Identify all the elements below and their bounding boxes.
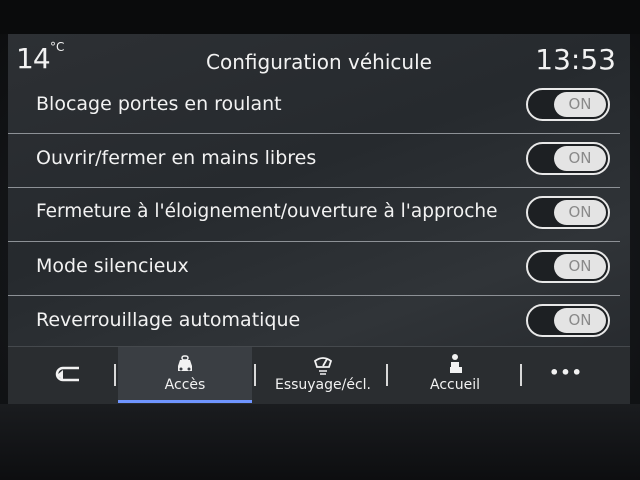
nav-separator [520, 364, 522, 386]
nav-separator [254, 364, 256, 386]
infotainment-screen: 14 °C Configuration véhicule 13:53 Bloca… [8, 34, 630, 404]
nav-separator [114, 364, 116, 386]
tab-accueil[interactable]: Accueil [390, 347, 520, 403]
setting-label: Blocage portes en roulant [36, 93, 282, 115]
bottom-nav-bar: Accès Essuyage/écl. Accueil ••• [8, 346, 630, 404]
toggle-state: ON [554, 308, 606, 333]
setting-label: Ouvrir/fermer en mains libres [36, 147, 317, 169]
toggle-state: ON [554, 200, 606, 225]
more-button[interactable]: ••• [526, 347, 606, 403]
tab-acces[interactable]: Accès [118, 347, 252, 403]
setting-label: Reverrouillage automatique [36, 309, 301, 331]
screen-bezel-bottom [0, 404, 640, 480]
setting-label: Mode silencieux [36, 255, 189, 277]
setting-row-reverrouillage[interactable]: Reverrouillage automatique ON [8, 296, 620, 349]
toggle-state: ON [554, 254, 606, 279]
toggle-switch[interactable]: ON [526, 250, 610, 283]
car-lock-icon [178, 355, 192, 371]
tab-label: Accueil [430, 377, 480, 393]
nav-separator [386, 364, 388, 386]
clock: 13:53 [535, 43, 616, 76]
toggle-state: ON [554, 92, 606, 117]
tab-essuyage[interactable]: Essuyage/écl. [258, 347, 388, 403]
more-dots-icon: ••• [549, 363, 583, 382]
setting-row-blocage-portes[interactable]: Blocage portes en roulant ON [8, 80, 620, 134]
toggle-switch[interactable]: ON [526, 304, 610, 337]
person-seat-icon [450, 354, 462, 373]
toggle-state: ON [554, 146, 606, 171]
back-button[interactable] [28, 347, 108, 403]
toggle-switch[interactable]: ON [526, 196, 610, 229]
setting-row-mode-silencieux[interactable]: Mode silencieux ON [8, 242, 620, 296]
toggle-switch[interactable]: ON [526, 88, 610, 121]
setting-row-eloignement[interactable]: Fermeture à l'éloignement/ouverture à l'… [8, 188, 620, 242]
back-arrow-icon [55, 366, 79, 382]
toggle-switch[interactable]: ON [526, 142, 610, 175]
tab-label: Accès [164, 377, 206, 393]
screen-bezel-top [0, 0, 640, 34]
setting-label: Fermeture à l'éloignement/ouverture à l'… [36, 201, 498, 222]
tab-label: Essuyage/écl. [274, 377, 372, 393]
setting-row-mains-libres[interactable]: Ouvrir/fermer en mains libres ON [8, 134, 620, 188]
wiper-light-icon [313, 357, 333, 375]
